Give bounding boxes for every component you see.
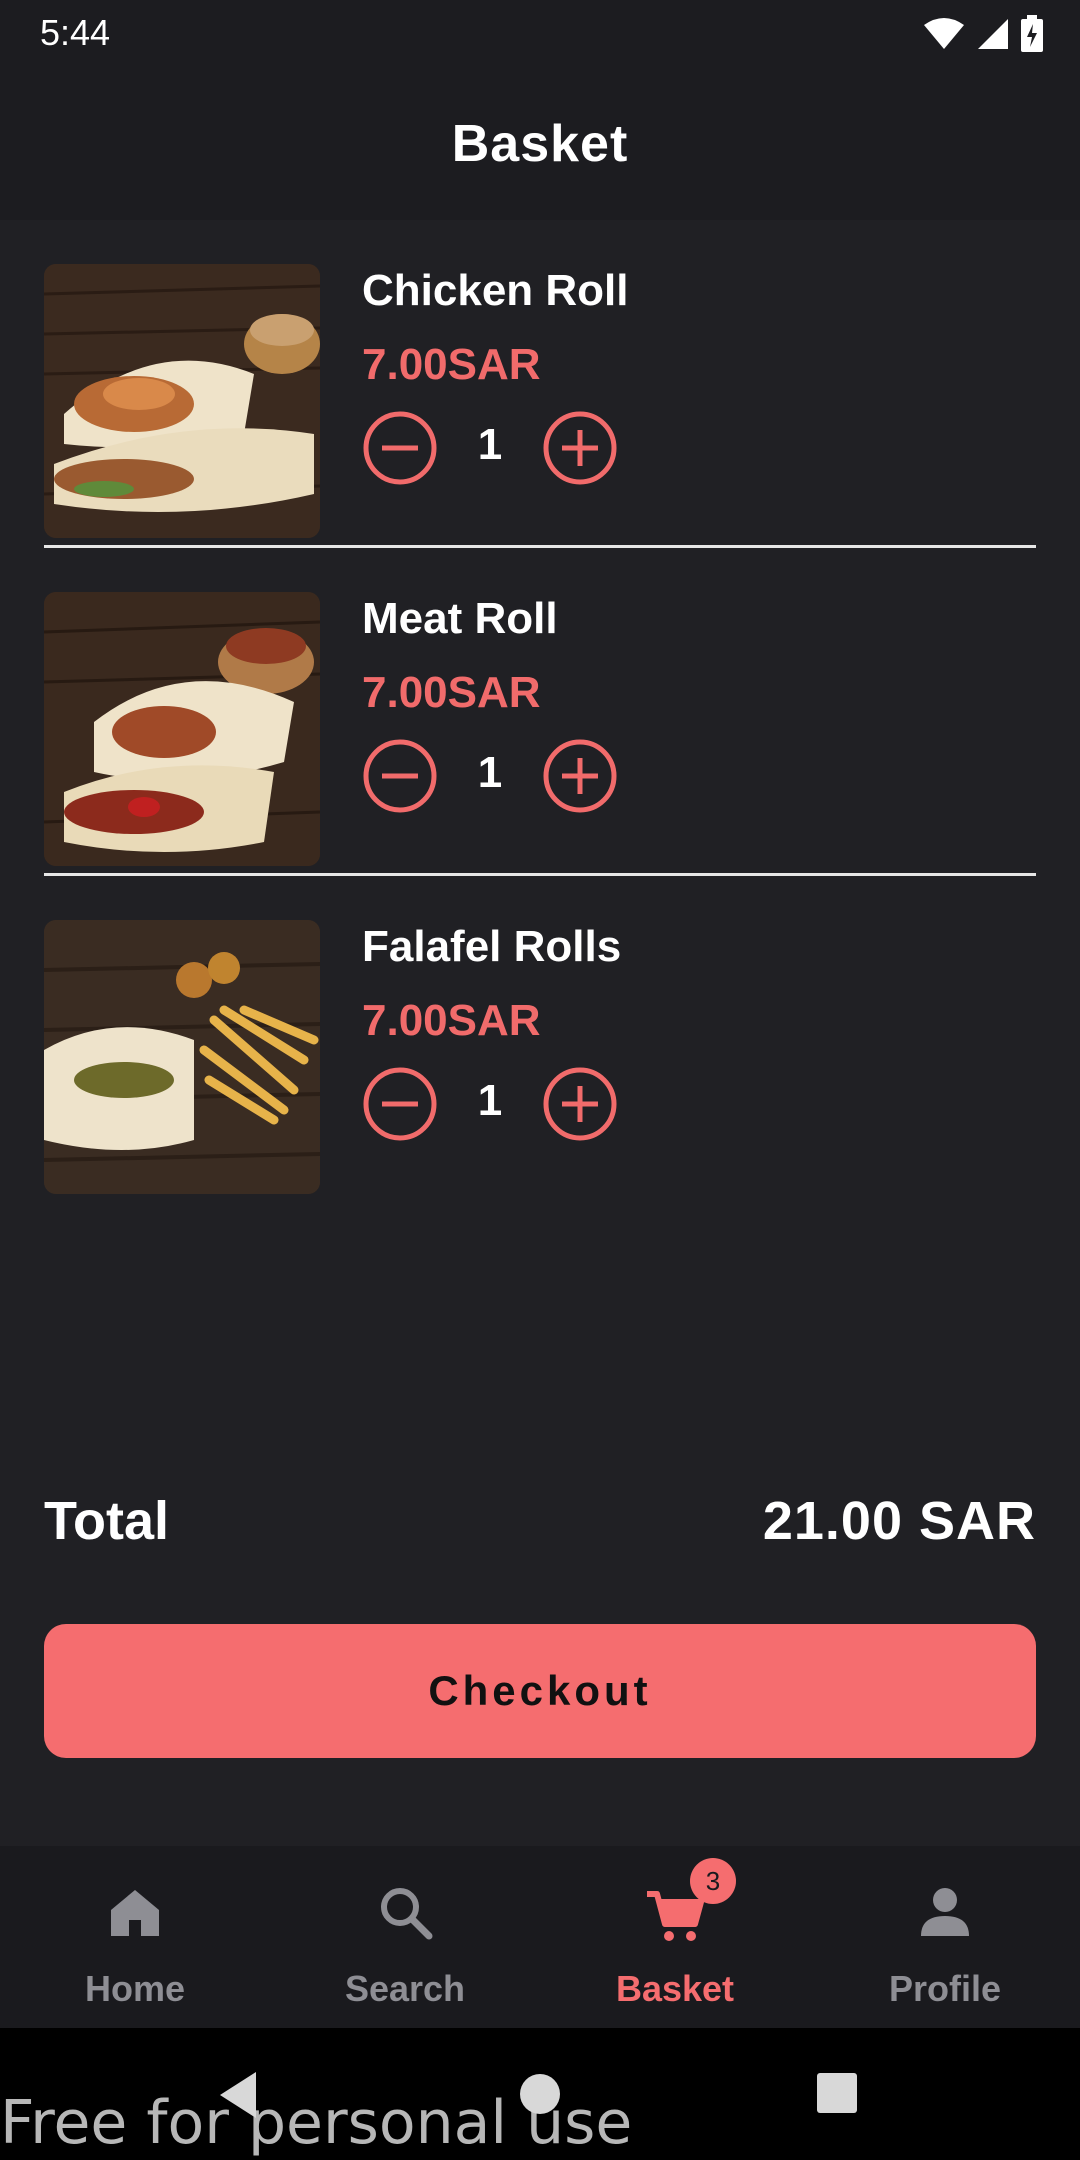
decrease-quantity-button[interactable] <box>362 1066 438 1142</box>
nav-label: Home <box>84 1968 186 2009</box>
status-time: 5:44 <box>40 12 111 53</box>
cart-count-badge: 3 <box>690 1858 736 1904</box>
checkout-button[interactable]: Checkout <box>44 1624 1036 1758</box>
nav-label: Profile <box>888 1968 1002 2009</box>
total-row: Total 21.00 SAR <box>44 1490 1036 1560</box>
item-price: 7.00SAR <box>362 668 541 717</box>
item-price: 7.00SAR <box>362 996 541 1045</box>
item-name: Meat Roll <box>362 594 558 643</box>
basket-item: Chicken Roll 7.00SAR 1 <box>44 220 1036 548</box>
watermark-text: Free for personal use <box>0 2088 633 2158</box>
quantity-value: 1 <box>477 420 503 469</box>
status-icons <box>922 14 1044 54</box>
decrease-quantity-button[interactable] <box>362 738 438 814</box>
page-title: Basket <box>451 115 629 173</box>
increase-quantity-button[interactable] <box>542 410 618 486</box>
basket-item: Falafel Rolls 7.00SAR 1 <box>44 876 1036 1204</box>
item-name: Chicken Roll <box>362 266 629 315</box>
nav-item-profile[interactable]: Profile <box>810 1846 1080 2028</box>
basket-item: Meat Roll 7.00SAR 1 <box>44 548 1036 876</box>
app-bar: Basket <box>0 66 1080 220</box>
item-image-meat-roll <box>44 592 320 866</box>
item-price: 7.00SAR <box>362 340 541 389</box>
increase-quantity-button[interactable] <box>542 738 618 814</box>
nav-item-home[interactable]: Home <box>0 1846 270 2028</box>
nav-item-search[interactable]: Search <box>270 1846 540 2028</box>
item-image-falafel-rolls <box>44 920 320 1194</box>
item-image-chicken-roll <box>44 264 320 538</box>
nav-item-basket[interactable]: 3 Basket <box>540 1846 810 2028</box>
total-label: Total <box>44 1491 169 1551</box>
item-name: Falafel Rolls <box>362 922 622 971</box>
person-icon <box>921 1888 969 1936</box>
signal-icon <box>978 19 1008 49</box>
home-icon <box>111 1890 159 1936</box>
increase-quantity-button[interactable] <box>542 1066 618 1142</box>
recents-icon[interactable] <box>816 2072 858 2114</box>
quantity-stepper: 1 <box>362 410 642 486</box>
quantity-value: 1 <box>477 748 503 797</box>
nav-label: Search <box>344 1968 466 2009</box>
search-icon <box>381 1888 433 1940</box>
quantity-stepper: 1 <box>362 738 642 814</box>
status-bar: 5:44 <box>0 0 1080 66</box>
total-value: 21.00 SAR <box>762 1491 1036 1551</box>
bottom-nav: Home Search 3 Basket Profile <box>0 1846 1080 2028</box>
nav-label: Basket <box>615 1968 735 2009</box>
decrease-quantity-button[interactable] <box>362 410 438 486</box>
quantity-stepper: 1 <box>362 1066 642 1142</box>
wifi-icon <box>924 18 964 49</box>
quantity-value: 1 <box>477 1076 503 1125</box>
battery-icon <box>1021 15 1043 52</box>
